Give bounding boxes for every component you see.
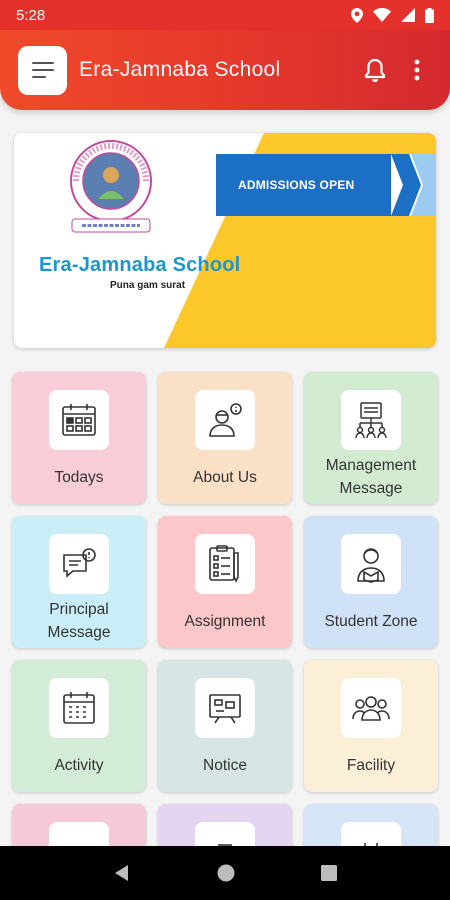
signal-icon [401,8,415,22]
home-icon[interactable] [217,864,235,882]
banner-school-name: Era-Jamnaba School [39,254,241,276]
tile-label: About Us [193,468,257,486]
tile-label: Assignment [184,612,266,630]
school-logo [70,140,152,233]
location-icon [351,7,363,23]
notice-board-icon [209,694,241,724]
bell-icon [364,58,386,82]
student-reading-icon [357,548,385,583]
calendar-icon [63,692,95,724]
battery-icon [425,7,434,23]
tile-activity[interactable]: Activity [12,660,146,792]
chat-bubble-icon [63,548,96,578]
tile-notice[interactable]: Notice [158,660,292,792]
back-icon[interactable] [113,864,131,882]
menu-button[interactable] [18,45,67,95]
person-info-icon [209,403,242,437]
system-nav-bar [0,846,450,900]
tile-label: Management Message [325,457,417,497]
tile-label: Student Zone [324,612,418,630]
notification-button[interactable] [360,50,390,90]
school-banner[interactable]: ADMISSIONS OPEN Era-Jamnaba School Puna … [14,133,436,348]
admissions-open-ribbon: ADMISSIONS OPEN [216,154,391,216]
app-bar: Era-Jamnaba School [0,30,450,110]
tile-label: Facility [346,756,396,774]
more-vert-icon [414,59,420,81]
group-icon [352,696,390,721]
ribbon-decoration [391,154,436,216]
assignment-icon [209,545,239,583]
tile-label: Todays [54,468,104,486]
status-icons [351,7,434,23]
tile-principal-message[interactable]: Principal Message [12,516,146,648]
recents-icon[interactable] [321,865,337,881]
app-title: Era-Jamnaba School [79,58,281,81]
tile-todays[interactable]: Todays [12,372,146,504]
tile-student-zone[interactable]: Student Zone [304,516,438,648]
tile-management-message[interactable]: Management Message [304,372,438,504]
status-bar: 5:28 [0,0,450,30]
tile-label: Activity [54,756,104,774]
calendar-grid-icon [62,404,96,436]
tile-label: Principal Message [47,601,111,641]
banner-school-location: Puna gam surat [110,280,186,291]
tile-about-us[interactable]: About Us [158,372,292,504]
org-chart-icon [355,402,387,439]
tile-facility[interactable]: Facility [304,660,438,792]
tile-label: Notice [203,756,247,774]
status-time: 5:28 [16,6,46,24]
tile-assignment[interactable]: Assignment [158,516,292,648]
wifi-icon [373,8,391,22]
more-options-button[interactable] [402,50,432,90]
menu-icon [31,62,54,64]
